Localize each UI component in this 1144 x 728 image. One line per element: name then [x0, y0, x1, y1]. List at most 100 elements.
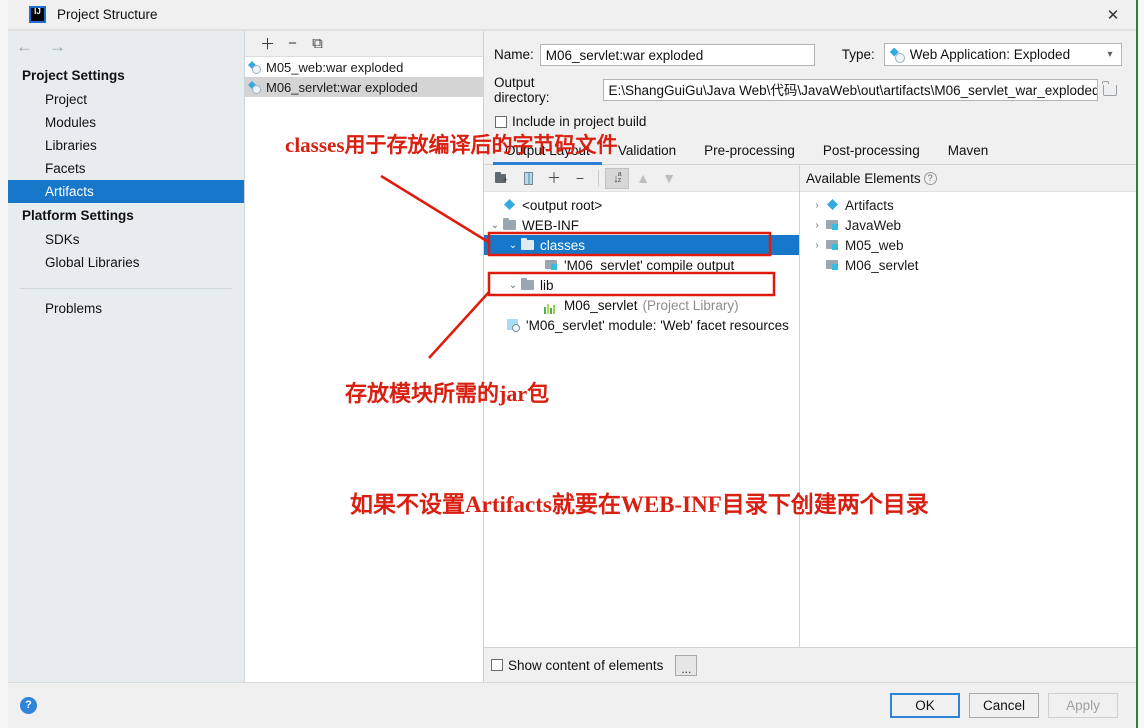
remove-icon[interactable]: − [568, 168, 592, 189]
output-directory-row: Output directory: E:\ShangGuiGu\Java Web… [494, 75, 1122, 105]
cancel-button[interactable]: Cancel [969, 693, 1039, 718]
tree-node-label: 'M06_servlet' module: 'Web' facet resour… [526, 317, 789, 333]
tree-node-output-root[interactable]: <output root> [484, 195, 799, 215]
library-icon [544, 297, 560, 314]
sidebar-group-project-settings: Project Settings [22, 68, 125, 83]
artifact-detail-panel: Name: M06_servlet:war exploded Type: Web… [484, 31, 1136, 682]
chevron-down-icon[interactable]: ▾ [1099, 49, 1121, 60]
intellij-logo-icon [29, 6, 46, 23]
chevron-right-icon[interactable]: › [809, 240, 825, 251]
sidebar-item-facets[interactable]: Facets [8, 157, 244, 180]
back-arrow-icon[interactable]: ← [16, 37, 33, 57]
available-item-label: JavaWeb [845, 217, 902, 233]
tab-output-layout[interactable]: Output Layout [491, 143, 604, 165]
forward-arrow-icon[interactable]: → [49, 37, 66, 57]
tree-node-label: WEB-INF [522, 217, 579, 233]
add-artifact-icon[interactable]: ＋ [255, 33, 280, 55]
tree-node-m06-servlet-library[interactable]: M06_servlet (Project Library) [484, 295, 799, 315]
chevron-down-icon[interactable]: ⌄ [506, 240, 520, 251]
browse-folder-button[interactable] [1098, 78, 1122, 102]
sidebar-filler [8, 320, 244, 682]
artifacts-toolbar: ＋ − ⧉ [245, 31, 483, 57]
name-input[interactable]: M06_servlet:war exploded [539, 43, 815, 66]
facet-resources-icon [506, 318, 522, 332]
help-icon[interactable]: ? [20, 697, 37, 714]
chevron-right-icon[interactable]: › [809, 200, 825, 211]
available-item-label: M05_web [845, 237, 904, 253]
folder-icon [520, 238, 536, 252]
help-icon[interactable]: ? [923, 171, 937, 185]
sidebar-item-problems[interactable]: Problems [8, 297, 244, 320]
module-icon [825, 238, 841, 252]
move-up-icon[interactable]: ▲ [631, 168, 655, 189]
tab-maven[interactable]: Maven [934, 143, 1003, 164]
sidebar-item-project[interactable]: Project [8, 88, 244, 111]
output-directory-label: Output directory: [494, 75, 550, 105]
available-item-javaweb[interactable]: › JavaWeb [800, 215, 1136, 235]
sidebar-item-artifacts[interactable]: Artifacts [8, 180, 244, 203]
artifacts-list-panel: ＋ − ⧉ M05_web:war exploded M06_servlet:w… [245, 31, 484, 682]
ok-button[interactable]: OK [890, 693, 960, 718]
sidebar-item-sdks[interactable]: SDKs [8, 228, 244, 251]
settings-sidebar: ← → Project Settings Project Modules Lib… [8, 31, 245, 682]
chevron-down-icon[interactable]: ⌄ [488, 220, 502, 231]
include-in-project-build-row[interactable]: Include in project build [495, 114, 1122, 129]
artifact-list-item-m06-servlet[interactable]: M06_servlet:war exploded [245, 77, 483, 97]
sort-alphabetically-icon[interactable]: ↓a z [605, 167, 629, 189]
dialog-body: ← → Project Settings Project Modules Lib… [8, 30, 1136, 682]
module-output-icon [544, 258, 560, 272]
add-copy-icon[interactable]: ＋ [542, 168, 566, 189]
sidebar-item-libraries[interactable]: Libraries [8, 134, 244, 157]
output-directory-input[interactable]: E:\ShangGuiGu\Java Web\代码\JavaWeb\out\ar… [602, 79, 1099, 101]
folder-icon [502, 218, 518, 232]
available-item-m05-web[interactable]: › M05_web [800, 235, 1136, 255]
include-in-project-build-checkbox[interactable] [495, 115, 507, 128]
dialog-title: Project Structure [57, 7, 158, 22]
module-icon [825, 258, 841, 272]
close-icon[interactable]: ✕ [1090, 0, 1136, 29]
tree-node-web-facet-resources[interactable]: 'M06_servlet' module: 'Web' facet resour… [484, 315, 799, 335]
sidebar-divider [20, 288, 232, 289]
sidebar-item-modules[interactable]: Modules [8, 111, 244, 134]
tree-node-lib[interactable]: ⌄ lib [484, 275, 799, 295]
sidebar-item-global-libraries[interactable]: Global Libraries [8, 251, 244, 274]
tree-node-classes[interactable]: ⌄ classes [484, 235, 799, 255]
available-item-artifacts[interactable]: › Artifacts [800, 195, 1136, 215]
chevron-down-icon[interactable]: ⌄ [506, 280, 520, 291]
apply-button[interactable]: Apply [1048, 693, 1118, 718]
tree-node-label: lib [540, 277, 554, 293]
available-item-label: M06_servlet [845, 257, 919, 273]
web-application-icon [890, 47, 906, 63]
name-label: Name: [494, 47, 534, 62]
tab-post-processing[interactable]: Post-processing [809, 143, 934, 164]
remove-artifact-icon[interactable]: − [280, 33, 305, 55]
type-dropdown[interactable]: Web Application: Exploded ▾ [883, 43, 1122, 66]
tree-node-label: <output root> [522, 197, 603, 213]
tree-node-label: 'M06_servlet' compile output [564, 257, 735, 273]
sidebar-nav-arrows: ← → [8, 31, 244, 63]
move-down-icon[interactable]: ▼ [657, 168, 681, 189]
tab-validation[interactable]: Validation [604, 143, 690, 164]
artifact-icon [248, 80, 262, 94]
screenshot-root: Project Structure ✕ ← → Project Settings… [0, 0, 1144, 728]
create-archive-icon[interactable] [516, 168, 540, 189]
chevron-right-icon[interactable]: › [809, 220, 825, 231]
available-elements-header: Available Elements ? [800, 165, 1136, 192]
artifact-list-item-m05-web[interactable]: M05_web:war exploded [245, 57, 483, 77]
artifact-icon [502, 198, 518, 212]
detail-tabs: Output Layout Validation Pre-processing … [484, 137, 1136, 165]
tree-node-suffix: (Project Library) [642, 297, 739, 313]
available-elements-tree: › Artifacts › JavaWeb › M05_web M06_serv… [800, 192, 1136, 275]
output-tree-pane: + ＋ − ↓a z ▲ ▼ <output root> ⌄ WEB-INF ⌄… [484, 165, 800, 647]
tab-pre-processing[interactable]: Pre-processing [690, 143, 809, 164]
show-content-of-elements-checkbox[interactable] [491, 659, 503, 671]
show-content-options-button[interactable]: ... [675, 654, 698, 676]
type-label: Type: [841, 47, 875, 62]
available-item-m06-servlet[interactable]: M06_servlet [800, 255, 1136, 275]
copy-artifact-icon[interactable]: ⧉ [305, 33, 330, 55]
layout-bottom-bar: Show content of elements ... [484, 647, 1136, 682]
tree-node-web-inf[interactable]: ⌄ WEB-INF [484, 215, 799, 235]
create-directory-icon[interactable]: + [490, 168, 514, 189]
tree-node-label: M06_servlet [564, 297, 638, 313]
tree-node-compile-output[interactable]: 'M06_servlet' compile output [484, 255, 799, 275]
